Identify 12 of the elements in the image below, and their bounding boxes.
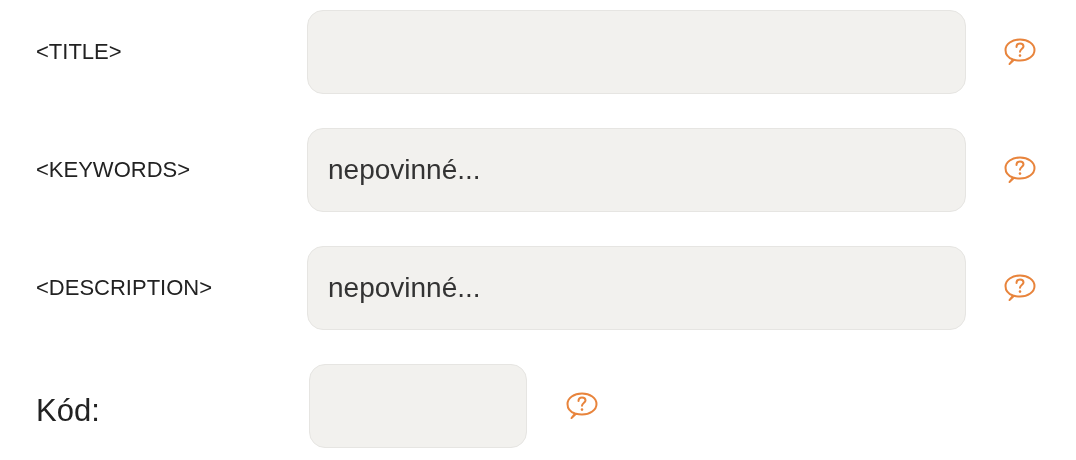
field-label: <DESCRIPTION> [36,275,214,301]
field-label: <TITLE> [36,39,123,65]
field-label: Kód: [36,393,101,429]
input-field[interactable] [309,364,527,448]
help-icon[interactable] [1004,274,1036,302]
help-icon[interactable] [1004,38,1036,66]
input-field[interactable] [307,10,966,94]
input-field[interactable]: nepovinné... [307,128,966,212]
help-icon[interactable] [1004,156,1036,184]
input-field[interactable]: nepovinné... [307,246,966,330]
help-icon[interactable] [566,392,598,420]
field-label: <KEYWORDS> [36,157,192,183]
